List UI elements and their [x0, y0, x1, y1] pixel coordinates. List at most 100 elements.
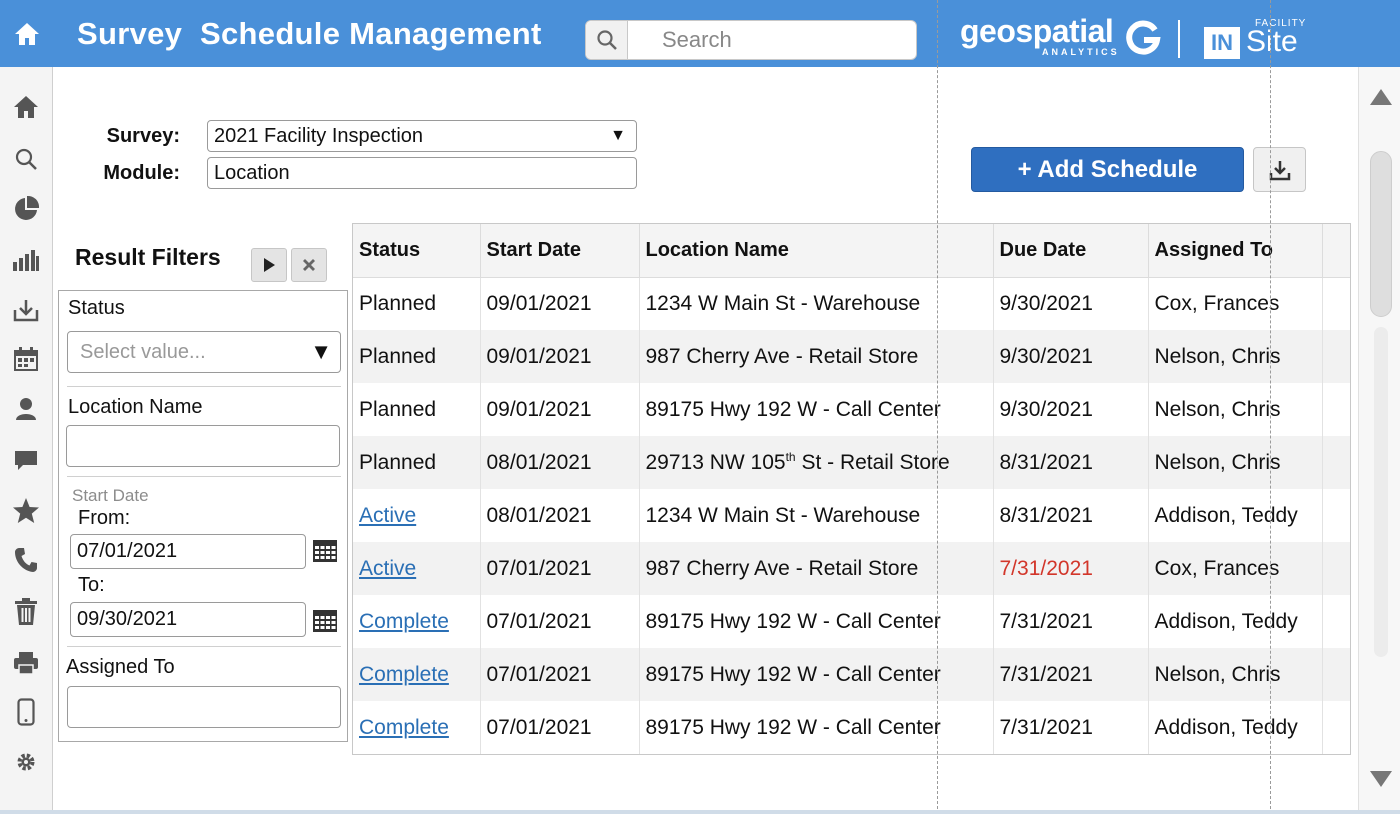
cell-assigned-to: Addison, Teddy: [1148, 595, 1323, 648]
column-header-due-date[interactable]: Due Date: [993, 224, 1149, 278]
cell-status: Planned: [353, 383, 481, 436]
cell-location: 89175 Hwy 192 W - Call Center: [639, 648, 994, 701]
cell-spacer: [1322, 595, 1350, 648]
cell-spacer: [1322, 701, 1350, 754]
brand-subtitle: ANALYTICS: [1042, 47, 1120, 57]
vertical-scrollbar[interactable]: [1358, 67, 1400, 814]
cell-location: 89175 Hwy 192 W - Call Center: [639, 383, 994, 436]
cell-due-date: 7/31/2021: [993, 701, 1149, 754]
filter-assigned-input[interactable]: [67, 686, 341, 728]
table-row[interactable]: Planned 09/01/2021 89175 Hwy 192 W - Cal…: [353, 383, 1350, 436]
filter-to-label: To:: [78, 574, 105, 596]
gear-icon: [17, 753, 35, 771]
bar-chart-icon: [13, 250, 39, 271]
cell-location-part: St - Retail Store: [795, 451, 950, 474]
module-field-value: Location: [214, 162, 290, 184]
cell-spacer: [1322, 277, 1350, 330]
sidebar-item-search[interactable]: [11, 144, 41, 174]
cell-status: Planned: [353, 277, 481, 330]
status-link[interactable]: Complete: [359, 663, 449, 686]
cell-location: 1234 W Main St - Warehouse: [639, 277, 994, 330]
table-row[interactable]: Complete 07/01/2021 89175 Hwy 192 W - Ca…: [353, 648, 1350, 701]
status-link[interactable]: Active: [359, 557, 416, 580]
filter-divider: [67, 646, 341, 647]
insite-logo-box: IN: [1204, 27, 1240, 59]
sidebar-item-users[interactable]: [11, 394, 41, 424]
cell-location: 89175 Hwy 192 W - Call Center: [639, 701, 994, 754]
brand-g-icon: [1126, 20, 1161, 55]
clear-filters-button[interactable]: [291, 248, 327, 282]
filter-location-input[interactable]: [66, 425, 340, 467]
sidebar-item-reports[interactable]: [11, 194, 41, 224]
cell-status: Complete: [353, 595, 481, 648]
sidebar-item-analytics[interactable]: [11, 245, 41, 275]
table-row[interactable]: Complete 07/01/2021 89175 Hwy 192 W - Ca…: [353, 701, 1350, 754]
survey-select[interactable]: 2021 Facility Inspection ▼: [207, 120, 637, 152]
brand-divider: [1178, 20, 1180, 58]
table-row[interactable]: Complete 07/01/2021 89175 Hwy 192 W - Ca…: [353, 595, 1350, 648]
cell-location: 1234 W Main St - Warehouse: [639, 489, 994, 542]
cell-start-date: 07/01/2021: [480, 648, 640, 701]
column-header-start-date[interactable]: Start Date: [480, 224, 640, 278]
column-header-assigned-to[interactable]: Assigned To: [1148, 224, 1323, 278]
scrollbar-track[interactable]: [1374, 327, 1388, 657]
cell-spacer: [1322, 330, 1350, 383]
sidebar-item-print[interactable]: [11, 648, 41, 678]
cell-start-date: 08/01/2021: [480, 436, 640, 489]
cell-status: Active: [353, 542, 481, 595]
calendar-picker-icon[interactable]: [312, 539, 338, 563]
table-row[interactable]: Planned 08/01/2021 29713 NW 105th St - R…: [353, 436, 1350, 489]
column-header-status[interactable]: Status: [353, 224, 481, 278]
sidebar-item-contact[interactable]: [11, 545, 41, 575]
module-label: Module:: [103, 162, 180, 184]
search-button[interactable]: [586, 21, 628, 59]
cell-due-date: 7/31/2021: [993, 595, 1149, 648]
column-header-spacer: [1322, 224, 1350, 278]
cell-assigned-to: Nelson, Chris: [1148, 330, 1323, 383]
sidebar-item-trash[interactable]: [11, 597, 41, 627]
sidebar-item-favorites[interactable]: [11, 496, 41, 526]
schedule-table: Status Start Date Location Name Due Date…: [352, 223, 1351, 755]
table-row[interactable]: Planned 09/01/2021 1234 W Main St - Ware…: [353, 277, 1350, 330]
close-icon: [303, 259, 315, 271]
status-link[interactable]: Complete: [359, 716, 449, 739]
status-link[interactable]: Active: [359, 504, 416, 527]
sidebar-item-settings[interactable]: [11, 747, 41, 777]
table-row[interactable]: Active 07/01/2021 987 Cherry Ave - Retai…: [353, 542, 1350, 595]
download-button[interactable]: [1253, 147, 1306, 192]
calendar-picker-icon[interactable]: [312, 609, 338, 633]
apply-filters-button[interactable]: [251, 248, 287, 282]
scroll-down-arrow-icon[interactable]: [1369, 769, 1393, 789]
download-tray-icon: [13, 300, 39, 322]
scroll-up-arrow-icon[interactable]: [1369, 87, 1393, 107]
table-row[interactable]: Active 08/01/2021 1234 W Main St - Wareh…: [353, 489, 1350, 542]
filter-to-date-input[interactable]: [70, 602, 306, 637]
brand-name: geospatial: [960, 13, 1114, 49]
sidebar-item-home[interactable]: [11, 92, 41, 122]
cell-location: 29713 NW 105th St - Retail Store: [639, 436, 994, 489]
column-header-location-name[interactable]: Location Name: [639, 224, 994, 278]
status-link[interactable]: Complete: [359, 610, 449, 633]
cell-due-date: 9/30/2021: [993, 277, 1149, 330]
filter-status-placeholder: Select value...: [80, 341, 206, 363]
sidebar-item-import[interactable]: [11, 295, 41, 325]
sidebar-item-calendar[interactable]: [11, 344, 41, 374]
add-schedule-button[interactable]: + Add Schedule: [971, 147, 1244, 192]
sidebar-item-mobile[interactable]: [11, 697, 41, 727]
scrollbar-thumb[interactable]: [1370, 151, 1392, 317]
cell-spacer: [1322, 436, 1350, 489]
cell-assigned-to: Cox, Frances: [1148, 542, 1323, 595]
search-input[interactable]: [632, 21, 912, 59]
filter-from-date-input[interactable]: [70, 534, 306, 569]
cell-start-date: 09/01/2021: [480, 277, 640, 330]
guide-line: [937, 0, 938, 814]
cell-assigned-to: Nelson, Chris: [1148, 436, 1323, 489]
home-button[interactable]: [0, 0, 54, 67]
survey-select-value: 2021 Facility Inspection: [214, 125, 424, 147]
cell-start-date: 09/01/2021: [480, 383, 640, 436]
filter-status-select[interactable]: Select value... ▼: [67, 331, 341, 373]
module-field[interactable]: Location: [207, 157, 637, 189]
page-title: Survey Schedule Management: [77, 16, 542, 51]
sidebar-item-messages[interactable]: [11, 445, 41, 475]
table-row[interactable]: Planned 09/01/2021 987 Cherry Ave - Reta…: [353, 330, 1350, 383]
